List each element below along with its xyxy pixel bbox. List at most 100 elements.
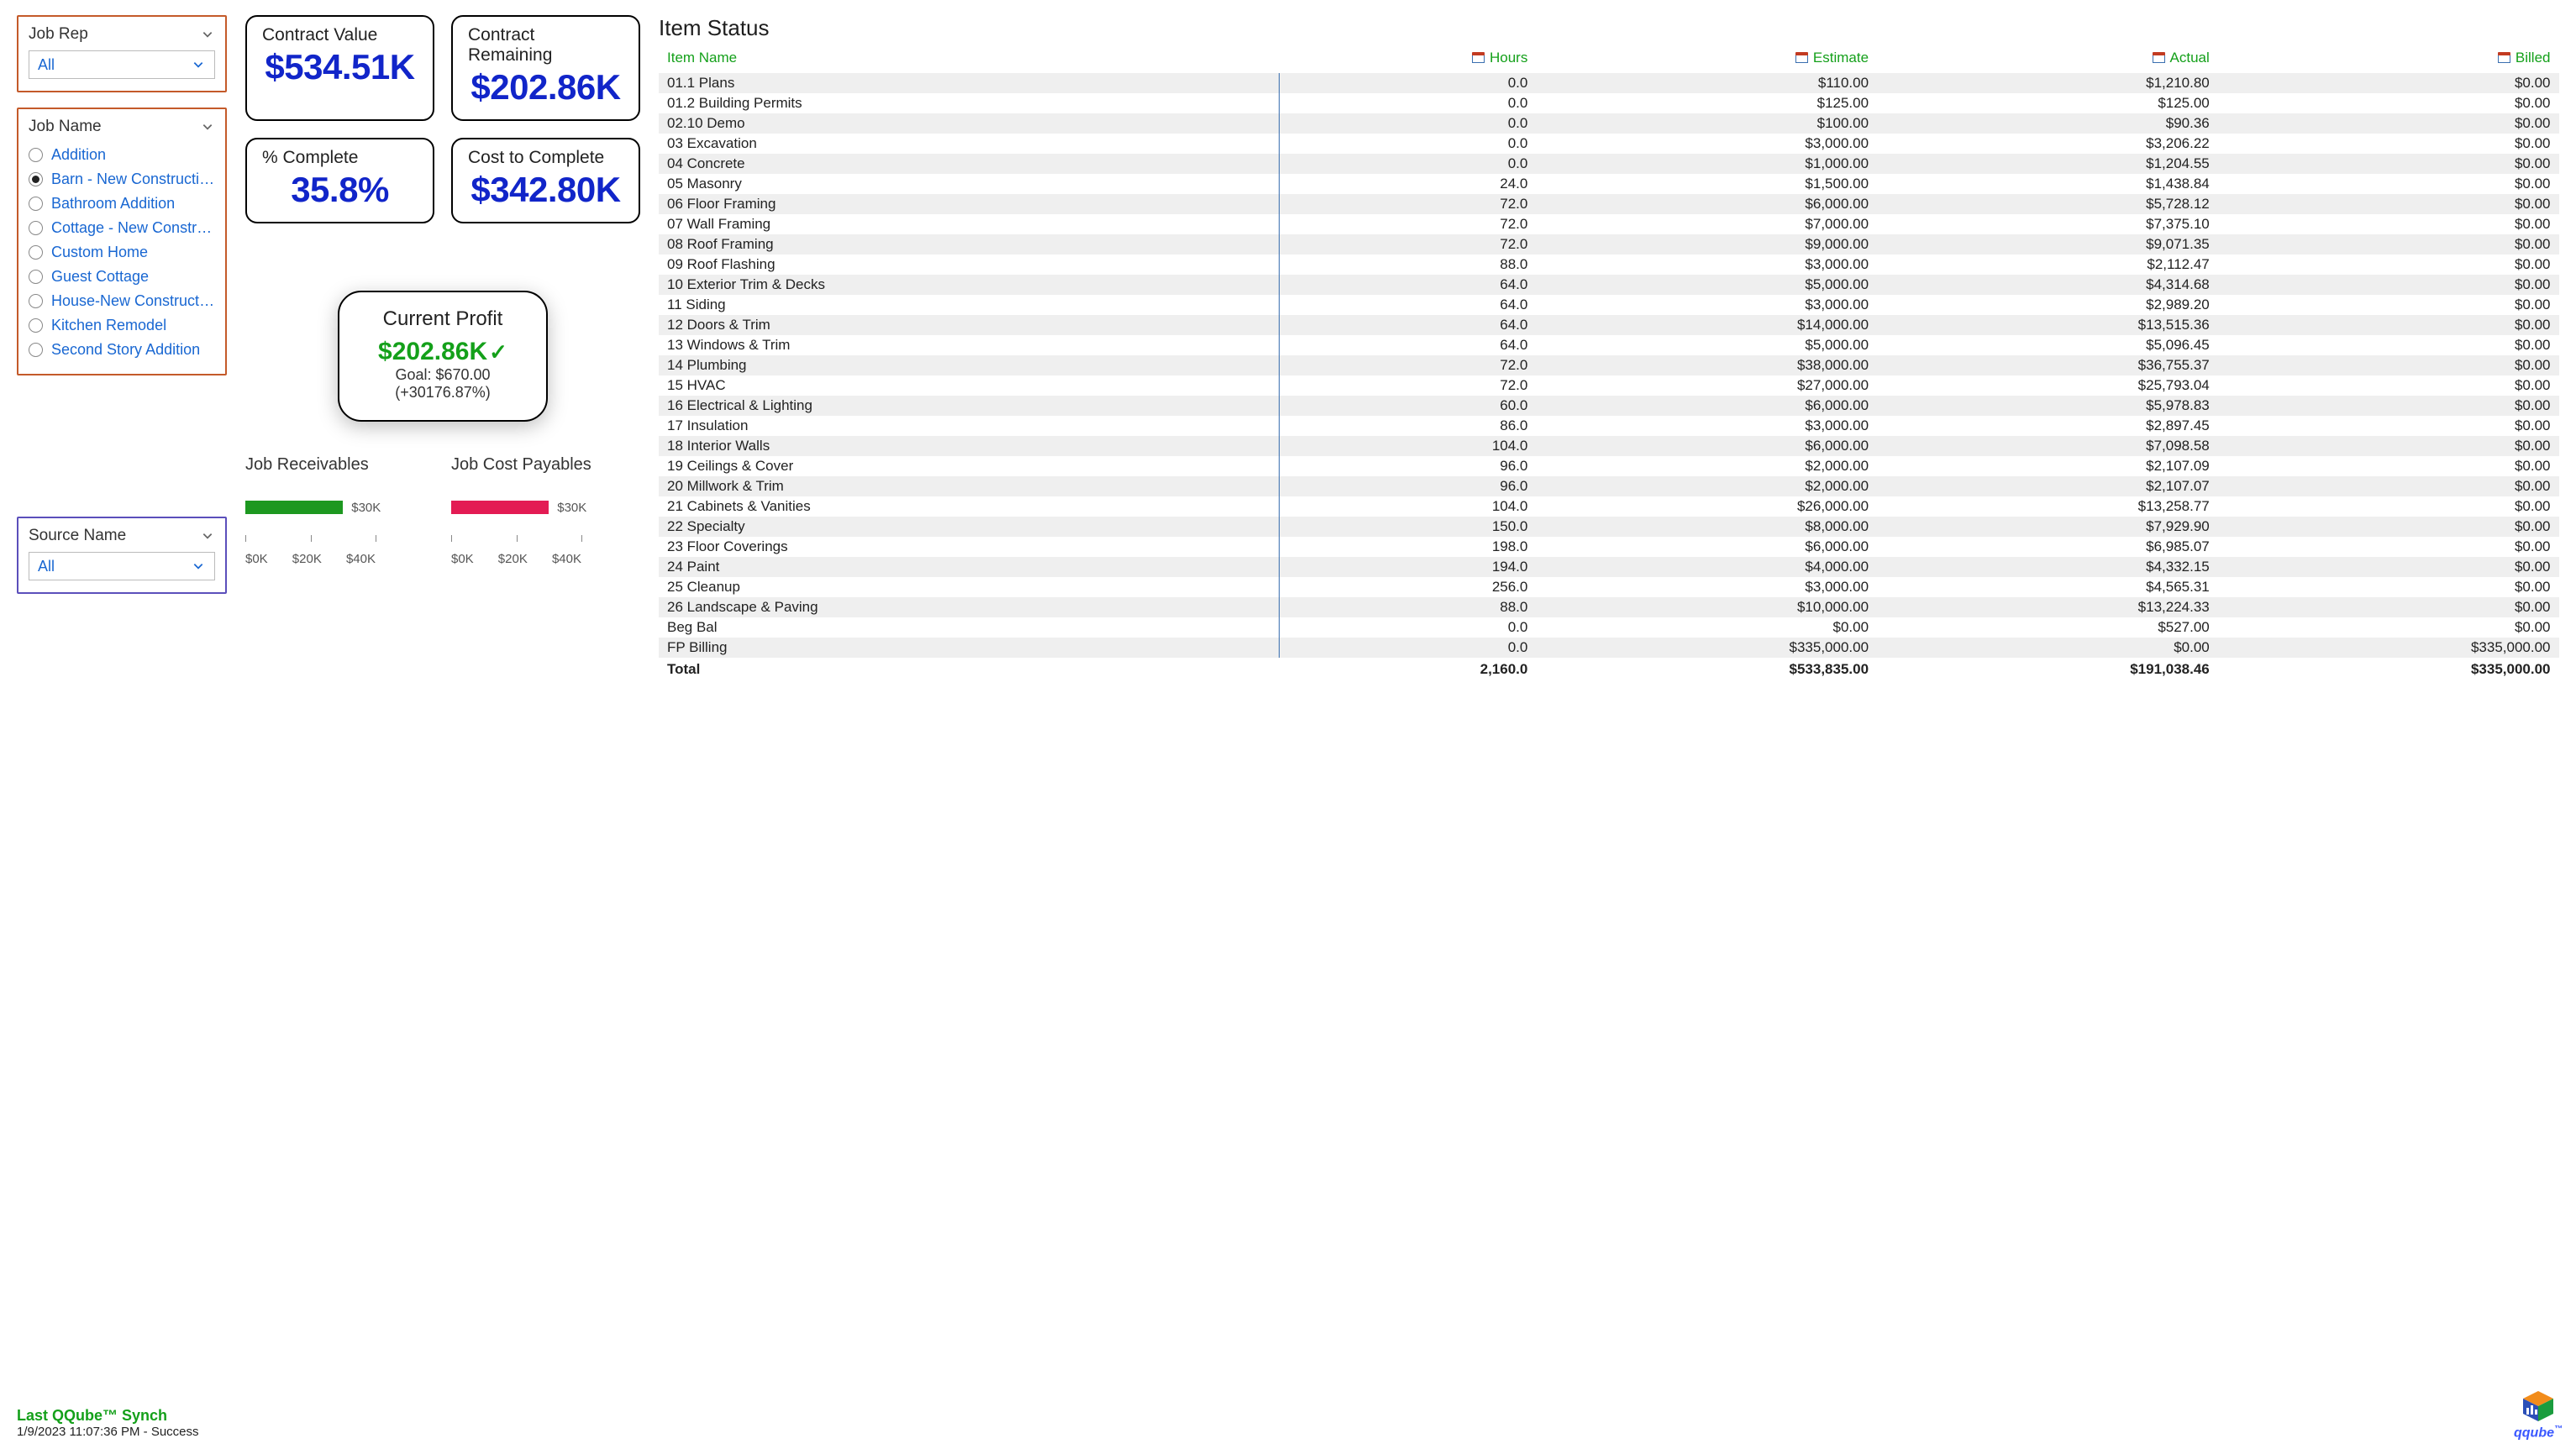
table-cell: $5,000.00 xyxy=(1536,275,1877,295)
table-row[interactable]: 15 HVAC72.0$27,000.00$25,793.04$0.00 xyxy=(659,375,2559,396)
kpi-contract-remaining: Contract Remaining $202.86K xyxy=(451,15,640,121)
kpi-label: % Complete xyxy=(262,148,418,168)
table-row[interactable]: 10 Exterior Trim & Decks64.0$5,000.00$4,… xyxy=(659,275,2559,295)
column-header[interactable]: Hours xyxy=(1279,48,1536,73)
table-row[interactable]: 17 Insulation86.0$3,000.00$2,897.45$0.00 xyxy=(659,416,2559,436)
job-name-option-label: Barn - New Construction xyxy=(51,171,215,188)
table-cell: $5,000.00 xyxy=(1536,335,1877,355)
table-row[interactable]: 16 Electrical & Lighting60.0$6,000.00$5,… xyxy=(659,396,2559,416)
table-row[interactable]: 07 Wall Framing72.0$7,000.00$7,375.10$0.… xyxy=(659,214,2559,234)
table-cell: $335,000.00 xyxy=(2218,638,2559,658)
table-row[interactable]: 18 Interior Walls104.0$6,000.00$7,098.58… xyxy=(659,436,2559,456)
radio-icon xyxy=(29,270,43,284)
table-cell: 21 Cabinets & Vanities xyxy=(659,496,1279,517)
table-cell: $13,258.77 xyxy=(1877,496,2218,517)
table-cell: $7,375.10 xyxy=(1877,214,2218,234)
table-row[interactable]: 01.1 Plans0.0$110.00$1,210.80$0.00 xyxy=(659,73,2559,93)
table-cell: $0.00 xyxy=(2218,93,2559,113)
table-cell: 96.0 xyxy=(1279,456,1536,476)
table-cell: 0.0 xyxy=(1279,113,1536,134)
profit-goal: Goal: $670.00 xyxy=(373,366,513,384)
job-name-slicer[interactable]: Job Name AdditionBarn - New Construction… xyxy=(17,108,227,375)
table-row[interactable]: 14 Plumbing72.0$38,000.00$36,755.37$0.00 xyxy=(659,355,2559,375)
table-cell: 150.0 xyxy=(1279,517,1536,537)
table-cell: $2,989.20 xyxy=(1877,295,2218,315)
job-name-option[interactable]: House-New Construction xyxy=(29,289,215,313)
column-header[interactable]: Item Name xyxy=(659,48,1279,73)
table-cell: $13,515.36 xyxy=(1877,315,2218,335)
table-cell: 12 Doors & Trim xyxy=(659,315,1279,335)
column-header[interactable]: Billed xyxy=(2218,48,2559,73)
table-row[interactable]: 23 Floor Coverings198.0$6,000.00$6,985.0… xyxy=(659,537,2559,557)
column-header[interactable]: Actual xyxy=(1877,48,2218,73)
table-row[interactable]: 06 Floor Framing72.0$6,000.00$5,728.12$0… xyxy=(659,194,2559,214)
job-name-option[interactable]: Addition xyxy=(29,143,215,167)
radio-icon xyxy=(29,294,43,308)
table-row[interactable]: 09 Roof Flashing88.0$3,000.00$2,112.47$0… xyxy=(659,255,2559,275)
radio-icon xyxy=(29,197,43,211)
table-row[interactable]: 03 Excavation0.0$3,000.00$3,206.22$0.00 xyxy=(659,134,2559,154)
table-cell: $0.00 xyxy=(2218,537,2559,557)
table-cell: $7,000.00 xyxy=(1536,214,1877,234)
table-row[interactable]: 20 Millwork & Trim96.0$2,000.00$2,107.07… xyxy=(659,476,2559,496)
table-cell: $27,000.00 xyxy=(1536,375,1877,396)
table-cell: $4,565.31 xyxy=(1877,577,2218,597)
table-cell: 25 Cleanup xyxy=(659,577,1279,597)
table-cell: $3,000.00 xyxy=(1536,255,1877,275)
source-name-slicer[interactable]: Source Name All xyxy=(17,517,227,594)
table-row[interactable]: 21 Cabinets & Vanities104.0$26,000.00$13… xyxy=(659,496,2559,517)
table-cell: 20 Millwork & Trim xyxy=(659,476,1279,496)
table-row[interactable]: 02.10 Demo0.0$100.00$90.36$0.00 xyxy=(659,113,2559,134)
kpi-pct-complete: % Complete 35.8% xyxy=(245,138,434,223)
table-row[interactable]: 04 Concrete0.0$1,000.00$1,204.55$0.00 xyxy=(659,154,2559,174)
job-name-option[interactable]: Custom Home xyxy=(29,240,215,265)
column-header[interactable]: Estimate xyxy=(1536,48,1877,73)
table-cell: $3,000.00 xyxy=(1536,416,1877,436)
radio-icon xyxy=(29,343,43,357)
table-cell: 24.0 xyxy=(1279,174,1536,194)
table-cell: $0.00 xyxy=(2218,315,2559,335)
job-name-option[interactable]: Bathroom Addition xyxy=(29,192,215,216)
table-row[interactable]: 08 Roof Framing72.0$9,000.00$9,071.35$0.… xyxy=(659,234,2559,255)
job-name-option-label: Second Story Addition xyxy=(51,341,200,359)
job-name-option[interactable]: Kitchen Remodel xyxy=(29,313,215,338)
table-row[interactable]: FP Billing0.0$335,000.00$0.00$335,000.00 xyxy=(659,638,2559,658)
table-cell: 0.0 xyxy=(1279,154,1536,174)
table-row[interactable]: 01.2 Building Permits0.0$125.00$125.00$0… xyxy=(659,93,2559,113)
table-row[interactable]: Beg Bal0.0$0.00$527.00$0.00 xyxy=(659,617,2559,638)
table-cell: $0.00 xyxy=(2218,597,2559,617)
table-row[interactable]: 11 Siding64.0$3,000.00$2,989.20$0.00 xyxy=(659,295,2559,315)
table-cell: 104.0 xyxy=(1279,496,1536,517)
job-name-option[interactable]: Guest Cottage xyxy=(29,265,215,289)
table-cell: $0.00 xyxy=(2218,113,2559,134)
job-name-option[interactable]: Second Story Addition xyxy=(29,338,215,362)
table-row[interactable]: 19 Ceilings & Cover96.0$2,000.00$2,107.0… xyxy=(659,456,2559,476)
table-total-cell: $533,835.00 xyxy=(1536,658,1877,680)
table-cell: 01.2 Building Permits xyxy=(659,93,1279,113)
job-name-option-label: Kitchen Remodel xyxy=(51,317,166,334)
table-row[interactable]: 26 Landscape & Paving88.0$10,000.00$13,2… xyxy=(659,597,2559,617)
table-row[interactable]: 12 Doors & Trim64.0$14,000.00$13,515.36$… xyxy=(659,315,2559,335)
table-cell: $0.00 xyxy=(2218,396,2559,416)
table-header-icon xyxy=(2498,52,2510,63)
table-row[interactable]: 22 Specialty150.0$8,000.00$7,929.90$0.00 xyxy=(659,517,2559,537)
job-rep-slicer[interactable]: Job Rep All xyxy=(17,15,227,92)
table-cell: 0.0 xyxy=(1279,73,1536,93)
job-rep-dropdown[interactable]: All xyxy=(29,50,215,79)
table-cell: $2,897.45 xyxy=(1877,416,2218,436)
table-row[interactable]: 25 Cleanup256.0$3,000.00$4,565.31$0.00 xyxy=(659,577,2559,597)
table-row[interactable]: 24 Paint194.0$4,000.00$4,332.15$0.00 xyxy=(659,557,2559,577)
table-row[interactable]: 05 Masonry24.0$1,500.00$1,438.84$0.00 xyxy=(659,174,2559,194)
job-name-option[interactable]: Barn - New Construction xyxy=(29,167,215,192)
table-cell: $0.00 xyxy=(1877,638,2218,658)
table-cell: Beg Bal xyxy=(659,617,1279,638)
table-cell: $9,000.00 xyxy=(1536,234,1877,255)
table-cell: 09 Roof Flashing xyxy=(659,255,1279,275)
table-cell: $0.00 xyxy=(2218,375,2559,396)
item-status-table: Item NameHoursEstimateActualBilled 01.1 … xyxy=(659,48,2559,680)
table-row[interactable]: 13 Windows & Trim64.0$5,000.00$5,096.45$… xyxy=(659,335,2559,355)
source-name-dropdown[interactable]: All xyxy=(29,552,215,580)
job-name-option[interactable]: Cottage - New Constructi... xyxy=(29,216,215,240)
kpi-label: Contract Remaining xyxy=(468,25,623,66)
table-cell: 06 Floor Framing xyxy=(659,194,1279,214)
